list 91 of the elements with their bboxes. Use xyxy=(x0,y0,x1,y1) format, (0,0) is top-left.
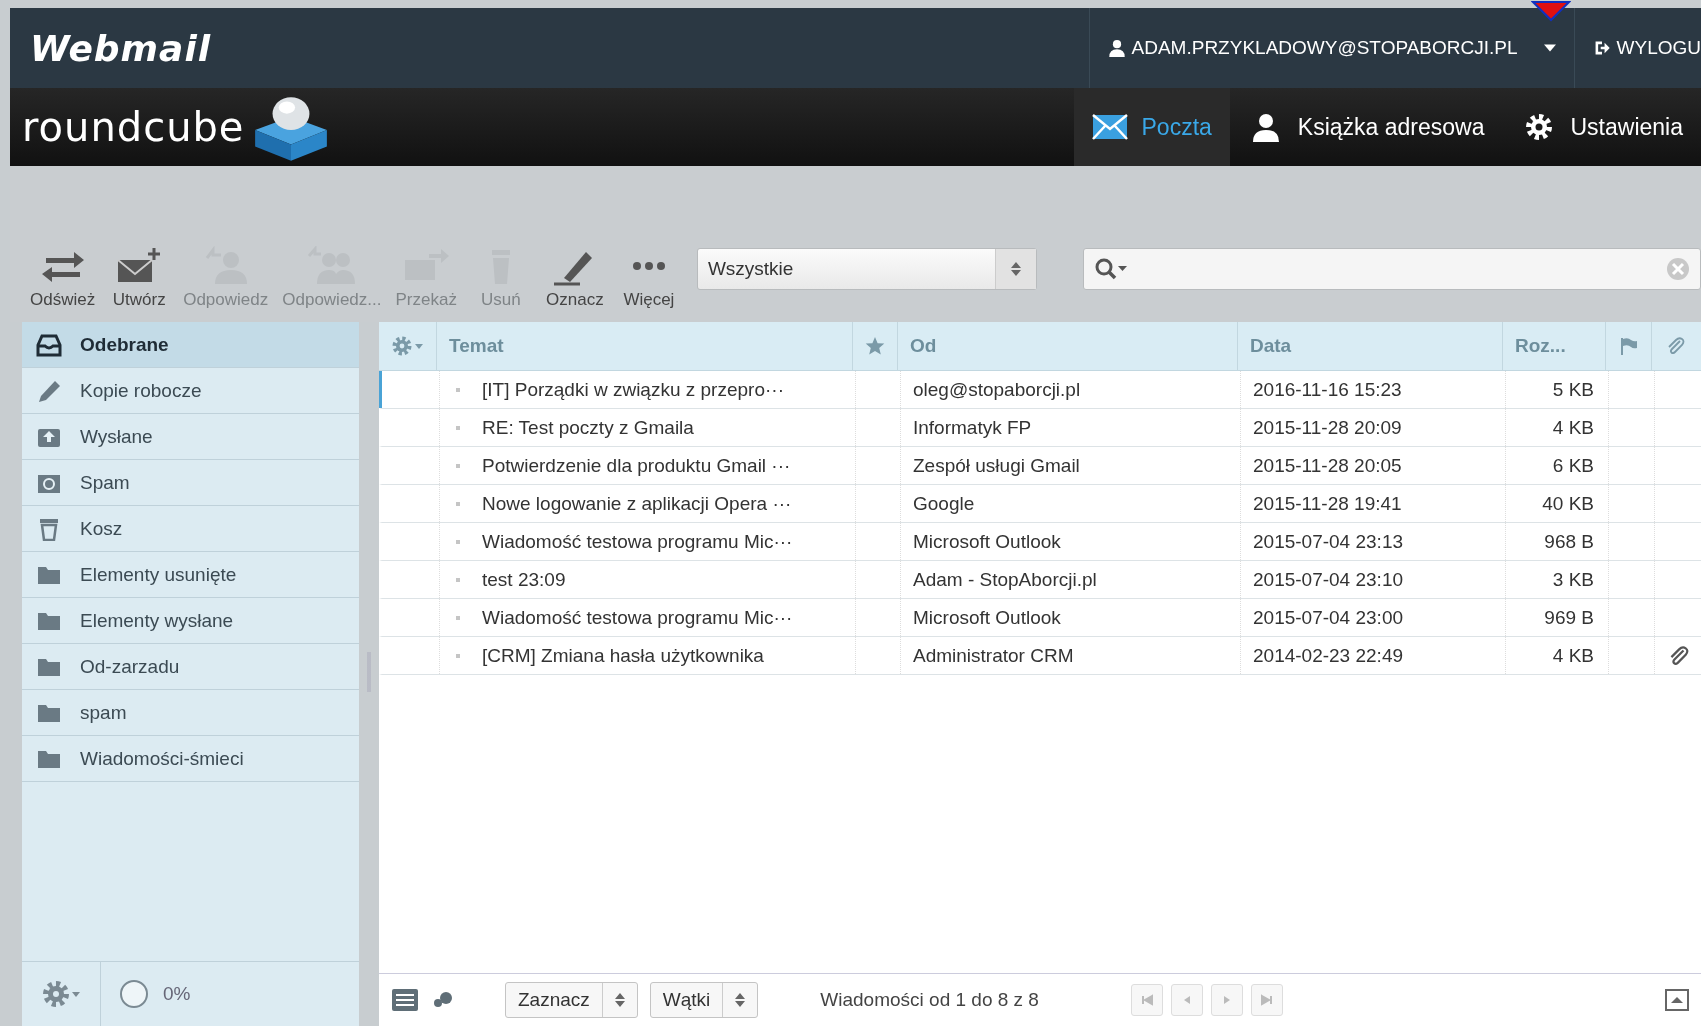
size-cell: 4 KB xyxy=(1552,416,1594,439)
previous-page-button[interactable] xyxy=(1170,984,1203,1016)
toolbar-button[interactable]: Odśwież xyxy=(24,246,102,310)
settings-icon[interactable] xyxy=(41,979,81,1009)
size-cell: 4 KB xyxy=(1552,644,1594,667)
nav-tab[interactable]: Ustawienia xyxy=(1502,88,1701,166)
sender-cell: Zespół usługi Gmail xyxy=(913,454,1080,477)
size-cell: 40 KB xyxy=(1542,492,1594,515)
sender-cell: oleg@stopaborcji.pl xyxy=(913,378,1081,401)
date-cell: 2015-07-04 23:10 xyxy=(1253,568,1403,591)
size-cell: 3 KB xyxy=(1552,568,1594,591)
first-page-icon xyxy=(1140,994,1153,1006)
list-view-icon[interactable] xyxy=(391,988,419,1012)
list-options-icon[interactable] xyxy=(390,335,425,357)
sender-cell: Microsoft Outlook xyxy=(913,530,1061,553)
date-cell: 2015-07-04 23:00 xyxy=(1253,606,1403,629)
search-icon xyxy=(1093,257,1128,281)
updown-icon xyxy=(735,993,746,1007)
toolbar-button[interactable]: Oznacz xyxy=(538,246,611,310)
search-field[interactable] xyxy=(1082,248,1701,290)
date-cell: 2015-11-28 19:41 xyxy=(1253,492,1402,515)
size-cell: 6 KB xyxy=(1552,454,1594,477)
toolbar-button[interactable]: Więcej xyxy=(612,246,685,310)
subject-cell: [IT] Porządki w związku z przepro··· xyxy=(482,378,784,401)
select-dropdown[interactable]: Zaznacz xyxy=(505,982,638,1018)
subject-cell: test 23:09 xyxy=(482,568,566,591)
webmail-logo: Webmail xyxy=(30,27,212,69)
folder-item[interactable]: Kopie robocze xyxy=(22,368,360,414)
last-page-icon xyxy=(1260,994,1273,1006)
flag-icon xyxy=(1618,336,1639,356)
message-count: Wiadomości od 1 do 8 z 8 xyxy=(820,989,1039,1011)
folder-item[interactable]: Od-zarzadu xyxy=(22,644,360,690)
message-row[interactable]: RE: Test poczty z Gmaila Informatyk FP 2015-11-28 20:09 4 KB xyxy=(379,409,1701,447)
size-cell: 968 B xyxy=(1544,530,1594,553)
clear-icon[interactable] xyxy=(1666,257,1690,281)
last-page-button[interactable] xyxy=(1250,984,1283,1016)
user-icon xyxy=(1107,39,1126,57)
date-cell: 2015-11-28 20:09 xyxy=(1253,416,1402,439)
updown-icon xyxy=(1010,262,1021,276)
nav-tab[interactable]: Poczta xyxy=(1073,88,1230,166)
quota-pie-icon xyxy=(119,979,149,1009)
envelope-icon xyxy=(1091,112,1128,142)
roundcube-logo: roundcube xyxy=(22,104,245,150)
updown-icon xyxy=(614,993,625,1007)
folder-item[interactable]: Spam xyxy=(22,460,360,506)
date-cell: 2015-11-28 20:05 xyxy=(1253,454,1402,477)
message-row[interactable]: [IT] Porządki w związku z przepro··· oleg@stopaborcji.pl 2016-11-16 15:23 5 KB xyxy=(379,371,1701,409)
message-row[interactable]: Potwierdzenie dla produktu Gmail ··· Zespół usługi Gmail 2015-11-28 20:05 6 KB xyxy=(379,447,1701,485)
preview-toggle-icon[interactable] xyxy=(1665,989,1689,1011)
date-cell: 2015-07-04 23:13 xyxy=(1253,530,1403,553)
quota-text: 0% xyxy=(163,983,191,1005)
filter-select[interactable]: Wszystkie xyxy=(696,248,1037,290)
dots-icon xyxy=(631,261,666,271)
folder-item[interactable]: spam xyxy=(22,690,360,736)
pointer-arrow-icon xyxy=(1531,0,1571,22)
message-row[interactable]: test 23:09 Adam - StopAborcji.pl 2015-07-04 23:10 3 KB xyxy=(379,561,1701,599)
message-row[interactable]: Wiadomość testowa programu Mic··· Microsoft Outlook 2015-07-04 23:13 968 B xyxy=(379,523,1701,561)
folder-item[interactable]: Kosz xyxy=(22,506,360,552)
subject-cell: Wiadomość testowa programu Mic··· xyxy=(482,606,793,629)
next-page-button[interactable] xyxy=(1210,984,1243,1016)
folder-item[interactable]: Wysłane xyxy=(22,414,360,460)
threads-dropdown[interactable]: Wątki xyxy=(649,982,759,1018)
date-cell: 2014-02-23 22:49 xyxy=(1253,644,1403,667)
folder-item[interactable]: Elementy wysłane xyxy=(22,598,360,644)
folder-item[interactable]: Odebrane xyxy=(22,322,360,368)
message-row[interactable]: Nowe logowanie z aplikacji Opera ··· Google 2015-11-28 19:41 40 KB xyxy=(379,485,1701,523)
subject-cell: Nowe logowanie z aplikacji Opera ··· xyxy=(482,492,792,515)
pencil-icon xyxy=(36,378,62,403)
toolbar-button[interactable]: Utwórz xyxy=(103,246,176,310)
size-cell: 5 KB xyxy=(1552,378,1594,401)
thread-icon[interactable] xyxy=(431,990,455,1010)
star-icon xyxy=(865,336,885,356)
sender-cell: Informatyk FP xyxy=(913,416,1032,439)
subject-cell: [CRM] Zmiana hasła użytkownika xyxy=(482,644,764,667)
message-row[interactable]: Wiadomość testowa programu Mic··· Microsoft Outlook 2015-07-04 23:00 969 B xyxy=(379,599,1701,637)
first-page-button[interactable] xyxy=(1130,984,1163,1016)
sender-cell: Google xyxy=(913,492,975,515)
sender-cell: Microsoft Outlook xyxy=(913,606,1061,629)
folder-item[interactable]: Elementy usunięte xyxy=(22,552,360,598)
date-cell: 2016-11-16 15:23 xyxy=(1253,378,1402,401)
inbox-icon xyxy=(36,332,62,357)
caret-icon xyxy=(1543,44,1556,52)
subject-cell: RE: Test poczty z Gmaila xyxy=(482,416,694,439)
subject-cell: Potwierdzenie dla produktu Gmail ··· xyxy=(482,454,791,477)
nav-tab[interactable]: Książka adresowa xyxy=(1229,88,1503,166)
size-cell: 969 B xyxy=(1544,606,1594,629)
sender-cell: Adam - StopAborcji.pl xyxy=(913,568,1097,591)
folder-item[interactable]: Wiadomości-śmieci xyxy=(22,736,360,782)
message-row[interactable]: [CRM] Zmiana hasła użytkownika Administrator CRM 2014-02-23 22:49 4 KB xyxy=(379,637,1701,675)
subject-cell: Wiadomość testowa programu Mic··· xyxy=(482,530,793,553)
sender-cell: Administrator CRM xyxy=(913,644,1074,667)
